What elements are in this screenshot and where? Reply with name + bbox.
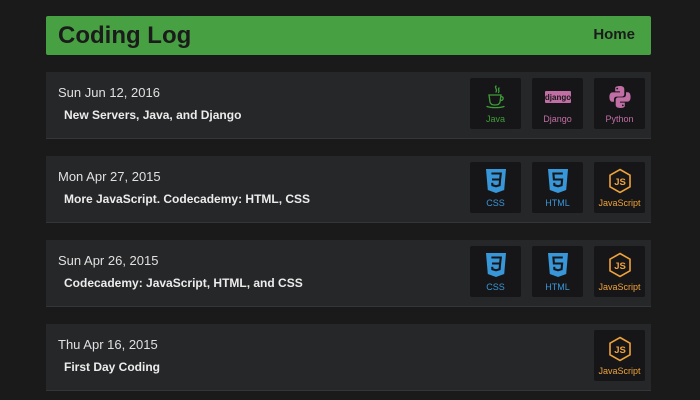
- badge-label: Python: [605, 114, 634, 124]
- log-entry[interactable]: Thu Apr 16, 2015 First Day Coding JS Jav…: [46, 324, 651, 391]
- badge-javascript[interactable]: JS JavaScript: [594, 330, 645, 381]
- badge-javascript[interactable]: JS JavaScript: [594, 246, 645, 297]
- entry-date: Mon Apr 27, 2015: [58, 169, 161, 184]
- js-hexagon-icon: JS: [609, 252, 631, 278]
- html5-shield-icon: [548, 253, 568, 277]
- entry-title: Codecademy: JavaScript, HTML, and CSS: [64, 276, 303, 290]
- badge-label: Django: [543, 114, 572, 124]
- svg-text:JS: JS: [614, 345, 626, 356]
- css3-shield-icon: [486, 253, 506, 277]
- badge-css[interactable]: CSS: [470, 246, 521, 297]
- entry-date: Thu Apr 16, 2015: [58, 337, 158, 352]
- badge-css[interactable]: CSS: [470, 162, 521, 213]
- badge-label: JavaScript: [598, 198, 641, 208]
- svg-text:JS: JS: [614, 261, 626, 272]
- badge-label: HTML: [545, 282, 570, 292]
- js-hexagon-icon: JS: [609, 336, 631, 362]
- python-logo-icon: [609, 86, 631, 108]
- badge-django[interactable]: django Django: [532, 78, 583, 129]
- log-entry[interactable]: Sun Jun 12, 2016 New Servers, Java, and …: [46, 72, 651, 139]
- app-header: Coding Log Home: [46, 16, 651, 55]
- svg-text:django: django: [545, 93, 571, 102]
- entry-date: Sun Apr 26, 2015: [58, 253, 159, 268]
- badge-label: HTML: [545, 198, 570, 208]
- django-logo-icon: django: [545, 91, 571, 103]
- html5-shield-icon: [548, 169, 568, 193]
- badge-label: JavaScript: [598, 366, 641, 376]
- tech-badges: JS JavaScript HTML CSS: [470, 162, 645, 213]
- tech-badges: JS JavaScript: [594, 330, 645, 381]
- badge-html[interactable]: HTML: [532, 162, 583, 213]
- log-entry[interactable]: Mon Apr 27, 2015 More JavaScript. Codeca…: [46, 156, 651, 223]
- badge-java[interactable]: Java: [470, 78, 521, 129]
- svg-text:JS: JS: [614, 177, 626, 188]
- badge-html[interactable]: HTML: [532, 246, 583, 297]
- js-hexagon-icon: JS: [609, 168, 631, 194]
- badge-python[interactable]: Python: [594, 78, 645, 129]
- entry-date: Sun Jun 12, 2016: [58, 85, 160, 100]
- badge-label: CSS: [486, 282, 505, 292]
- badge-label: Java: [485, 114, 505, 124]
- tech-badges: Python django Django Java: [470, 78, 645, 129]
- log-entry[interactable]: Sun Apr 26, 2015 Codecademy: JavaScript,…: [46, 240, 651, 307]
- entry-title: First Day Coding: [64, 360, 161, 374]
- page-title: Coding Log: [58, 22, 192, 49]
- badge-javascript[interactable]: JS JavaScript: [594, 162, 645, 213]
- badge-label: CSS: [486, 198, 505, 208]
- css3-shield-icon: [486, 169, 506, 193]
- home-link[interactable]: Home: [593, 25, 635, 45]
- java-cup-icon: [486, 85, 505, 109]
- badge-label: JavaScript: [598, 282, 641, 292]
- tech-badges: JS JavaScript HTML CSS: [470, 246, 645, 297]
- entry-title: New Servers, Java, and Django: [64, 108, 242, 122]
- entry-title: More JavaScript. Codecademy: HTML, CSS: [64, 192, 311, 206]
